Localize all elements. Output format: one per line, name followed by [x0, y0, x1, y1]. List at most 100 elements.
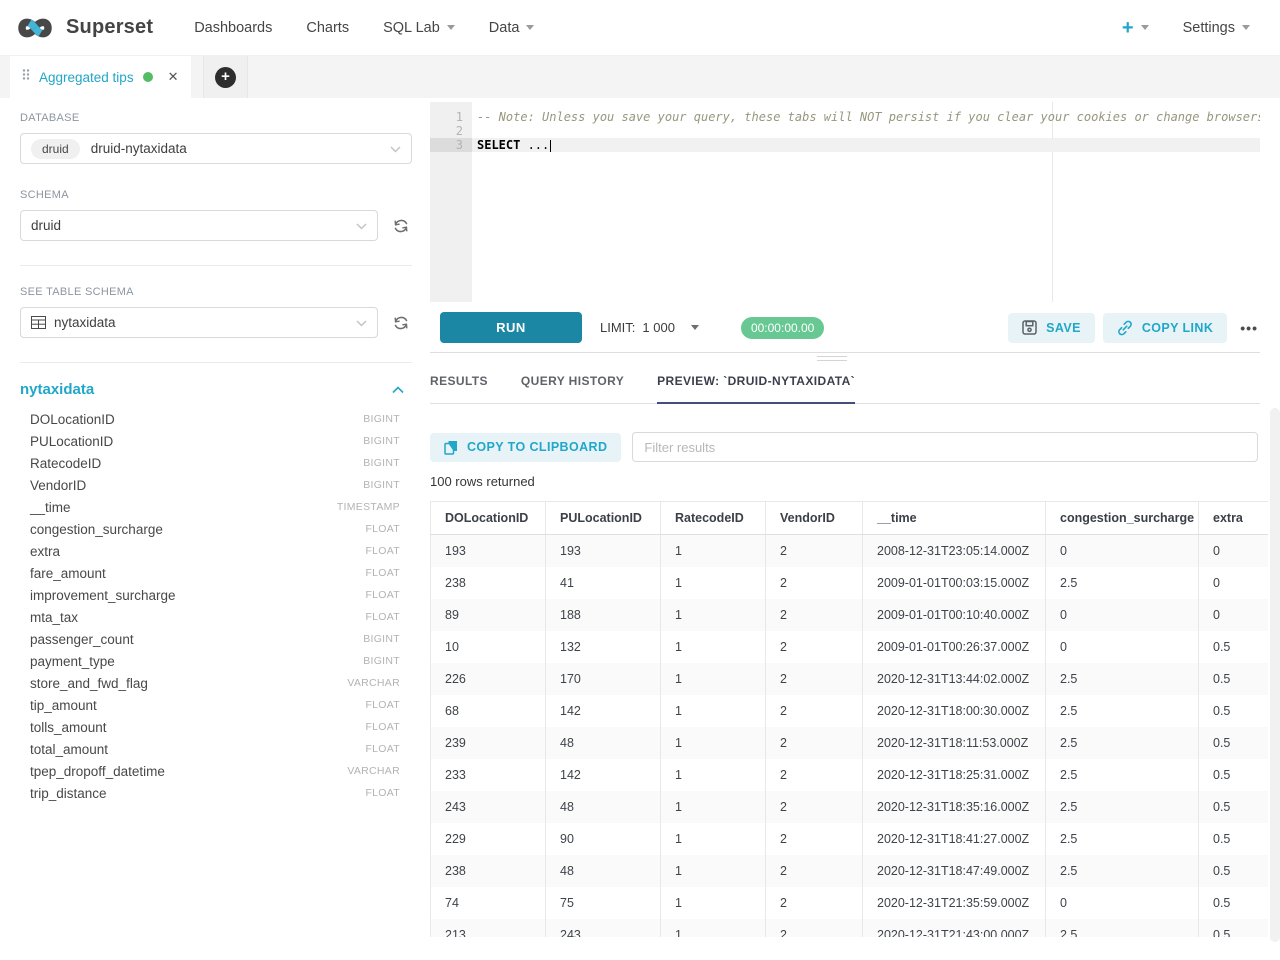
column-header-extra[interactable]: extra — [1199, 502, 1269, 535]
schema-select-value: druid — [31, 218, 61, 233]
column-header-time[interactable]: __time — [863, 502, 1046, 535]
more-options-icon[interactable]: ••• — [1240, 320, 1258, 336]
table-cell: 132 — [546, 631, 661, 663]
schema-column-type: VARCHAR — [347, 677, 412, 689]
table-cell: 170 — [546, 663, 661, 695]
schema-column-type: BIGINT — [363, 413, 412, 425]
table-row: 10132122009-01-01T00:26:37.000Z00.5 — [431, 631, 1269, 663]
column-header-congestion-surcharge[interactable]: congestion_surcharge — [1046, 502, 1199, 535]
query-tab-aggregated-tips[interactable]: Aggregated tips ✕ — [10, 56, 191, 98]
editor-line-number: 2 — [430, 124, 472, 138]
table-cell: 239 — [431, 727, 546, 759]
limit-dropdown[interactable]: LIMIT: 1 000 — [600, 320, 699, 335]
sql-editor[interactable]: 123 -- Note: Unless you save your query,… — [430, 102, 1260, 302]
table-row: 233142122020-12-31T18:25:31.000Z2.50.5 — [431, 759, 1269, 791]
new-query-tab-button[interactable]: + — [203, 56, 248, 98]
schema-column-name: DOLocationID — [30, 412, 115, 427]
column-header-vendorid[interactable]: VendorID — [766, 502, 863, 535]
editor-code-line: SELECT ... — [472, 138, 1260, 152]
table-row: 24348122020-12-31T18:35:16.000Z2.50.5 — [431, 791, 1269, 823]
superset-logo[interactable]: Superset — [12, 15, 153, 41]
caret-down-icon — [1242, 25, 1250, 30]
copy-to-clipboard-button[interactable]: COPY TO CLIPBOARD — [430, 433, 621, 462]
schema-column-row[interactable]: trip_distanceFLOAT — [20, 782, 412, 804]
editor-code-line: -- Note: Unless you save your query, the… — [472, 110, 1260, 124]
results-tab-query-history[interactable]: QUERY HISTORY — [521, 374, 624, 403]
table-schema-panel-header[interactable]: nytaxidata — [20, 381, 412, 398]
close-icon[interactable]: ✕ — [168, 69, 179, 85]
database-select[interactable]: druid druid-nytaxidata — [20, 133, 412, 164]
schema-column-row[interactable]: tip_amountFLOAT — [20, 694, 412, 716]
refresh-schemas-icon[interactable] — [390, 215, 412, 237]
table-row: 226170122020-12-31T13:44:02.000Z2.50.5 — [431, 663, 1269, 695]
column-header-ratecodeid[interactable]: RatecodeID — [661, 502, 766, 535]
table-cell: 2.5 — [1046, 663, 1199, 695]
settings-menu[interactable]: Settings — [1183, 20, 1250, 36]
table-cell: 2 — [766, 663, 863, 695]
schema-column-row[interactable]: tolls_amountFLOAT — [20, 716, 412, 738]
schema-column-row[interactable]: PULocationIDBIGINT — [20, 430, 412, 452]
query-status-dot — [143, 72, 153, 82]
results-scrollbar[interactable] — [1270, 408, 1280, 942]
nav-item-sql-lab[interactable]: SQL Lab — [366, 0, 472, 56]
schema-column-row[interactable]: store_and_fwd_flagVARCHAR — [20, 672, 412, 694]
schema-label: SCHEMA — [20, 189, 412, 201]
table-cell: 193 — [546, 535, 661, 567]
nav-item-charts[interactable]: Charts — [289, 0, 366, 56]
results-tab-results[interactable]: RESULTS — [430, 374, 488, 403]
table-cell: 0.5 — [1199, 759, 1269, 791]
schema-column-row[interactable]: passenger_countBIGINT — [20, 628, 412, 650]
schema-column-row[interactable]: payment_typeBIGINT — [20, 650, 412, 672]
table-cell: 1 — [661, 759, 766, 791]
schema-column-row[interactable]: extraFLOAT — [20, 540, 412, 562]
table-cell: 1 — [661, 791, 766, 823]
editor-line-number: 3 — [430, 138, 472, 152]
table-schema-columns: DOLocationID BIGINT PULocationIDBIGINTRate… — [20, 408, 412, 804]
table-cell: 68 — [431, 695, 546, 727]
schema-column-row[interactable]: RatecodeIDBIGINT — [20, 452, 412, 474]
nav-item-dashboards[interactable]: Dashboards — [177, 0, 289, 56]
nav-item-data[interactable]: Data — [472, 0, 552, 56]
table-cell: 1 — [661, 631, 766, 663]
schema-column-row[interactable]: total_amountFLOAT — [20, 738, 412, 760]
filter-results-input[interactable] — [632, 432, 1258, 462]
schema-column-type: FLOAT — [365, 545, 412, 557]
preview-table: DOLocationIDPULocationIDRatecodeIDVendor… — [430, 501, 1268, 937]
schema-column-row[interactable]: congestion_surchargeFLOAT — [20, 518, 412, 540]
table-cell: 2.5 — [1046, 823, 1199, 855]
clipboard-icon — [444, 440, 458, 455]
refresh-tables-icon[interactable] — [390, 312, 412, 334]
table-row: 23841122009-01-01T00:03:15.000Z2.50 — [431, 567, 1269, 599]
rows-returned-text: 100 rows returned — [430, 474, 535, 489]
query-timer-badge: 00:00:00.00 — [741, 317, 824, 339]
table-cell: 2 — [766, 567, 863, 599]
schema-column-row[interactable]: fare_amountFLOAT — [20, 562, 412, 584]
copy-link-button[interactable]: COPY LINK — [1103, 313, 1227, 343]
editor-code-line — [472, 124, 1260, 138]
drag-handle-icon[interactable] — [22, 68, 30, 86]
save-button[interactable]: SAVE — [1008, 313, 1095, 343]
schema-column-row[interactable]: mta_taxFLOAT — [20, 606, 412, 628]
editor-line-number: 1 — [430, 110, 472, 124]
results-tab-preview-druid-nytaxidata[interactable]: PREVIEW: `DRUID-NYTAXIDATA` — [657, 374, 855, 403]
schema-column-type: FLOAT — [365, 743, 412, 755]
schema-column-name: PULocationID — [30, 434, 113, 449]
schema-column-name: payment_type — [30, 654, 115, 669]
table-cell: 2 — [766, 535, 863, 567]
schema-select[interactable]: druid — [20, 210, 378, 241]
table-select[interactable]: nytaxidata — [20, 307, 378, 338]
chevron-up-icon[interactable] — [392, 386, 404, 394]
schema-column-row[interactable]: DOLocationID BIGINT — [20, 408, 412, 430]
table-cell: 2020-12-31T18:35:16.000Z — [863, 791, 1046, 823]
nav-item-label: Charts — [306, 20, 349, 36]
new-item-button[interactable]: + — [1122, 18, 1149, 38]
schema-column-row[interactable]: __timeTIMESTAMP — [20, 496, 412, 518]
schema-column-row[interactable]: VendorIDBIGINT — [20, 474, 412, 496]
run-button[interactable]: RUN — [440, 312, 582, 343]
schema-column-row[interactable]: tpep_dropoff_datetimeVARCHAR — [20, 760, 412, 782]
schema-column-type: FLOAT — [365, 699, 412, 711]
column-header-dolocationid[interactable]: DOLocationID — [431, 502, 546, 535]
schema-column-row[interactable]: improvement_surchargeFLOAT — [20, 584, 412, 606]
column-header-pulocationid[interactable]: PULocationID — [546, 502, 661, 535]
database-label: DATABASE — [20, 112, 412, 124]
